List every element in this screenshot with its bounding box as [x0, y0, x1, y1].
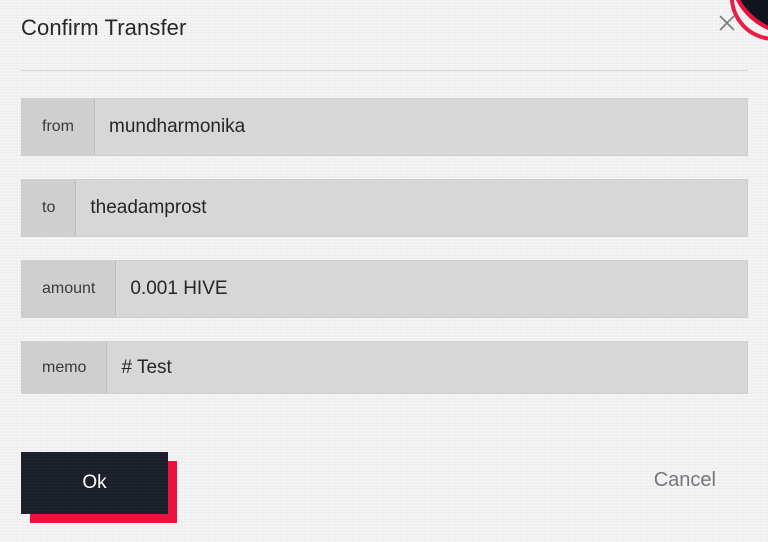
field-label-amount: amount [22, 261, 117, 317]
field-label-memo: memo [22, 342, 108, 393]
close-icon[interactable] [714, 10, 740, 36]
field-label-from: from [22, 99, 95, 155]
field-value-to: theadamprost [76, 180, 747, 236]
field-value-memo: # Test [107, 342, 747, 393]
ok-button[interactable]: Ok [21, 452, 168, 514]
page-title: Confirm Transfer [21, 15, 187, 40]
header-divider [21, 70, 748, 71]
dialog-footer: Ok Cancel [0, 445, 768, 542]
cancel-button[interactable]: Cancel [654, 469, 716, 492]
ok-button-group: Ok [21, 452, 177, 523]
field-row-to: to theadamprost [21, 179, 748, 237]
field-row-amount: amount 0.001 HIVE [21, 260, 748, 318]
field-row-memo: memo # Test [21, 341, 748, 394]
field-label-to: to [22, 180, 77, 236]
field-value-amount: 0.001 HIVE [116, 261, 747, 317]
field-row-from: from mundharmonika [21, 98, 748, 156]
confirm-transfer-dialog: Confirm Transfer from mundharmonika to t… [0, 0, 768, 542]
field-value-from: mundharmonika [95, 99, 747, 155]
transfer-fields-list: from mundharmonika to theadamprost amoun… [21, 98, 748, 394]
